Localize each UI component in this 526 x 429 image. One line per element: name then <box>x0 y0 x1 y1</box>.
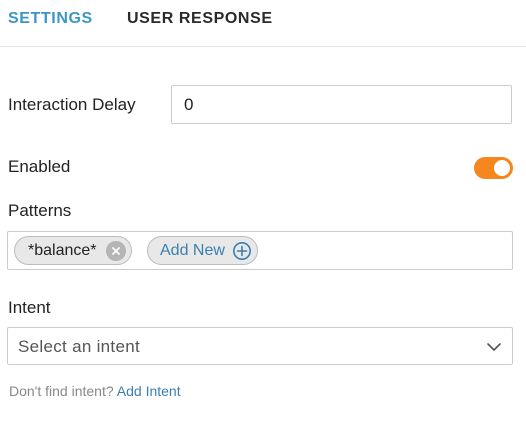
tab-user-response[interactable]: USER RESPONSE <box>127 10 273 28</box>
interaction-delay-input[interactable] <box>171 85 512 124</box>
pattern-chip: *balance* <box>14 236 132 265</box>
add-pattern-button[interactable]: Add New <box>147 236 258 265</box>
patterns-field[interactable]: *balance* Add New <box>7 231 513 270</box>
toggle-knob <box>494 160 510 176</box>
intent-hint: Don't find intent? Add Intent <box>9 383 181 399</box>
intent-select-placeholder: Select an intent <box>18 337 140 356</box>
pattern-chip-text: *balance* <box>28 241 97 259</box>
interaction-delay-label: Interaction Delay <box>8 95 136 114</box>
enabled-toggle[interactable] <box>474 157 513 179</box>
intent-label: Intent <box>8 298 51 317</box>
enabled-label: Enabled <box>8 157 71 176</box>
tab-bar: SETTINGS USER RESPONSE <box>0 0 526 47</box>
hint-text: Don't find intent? <box>9 383 114 399</box>
chevron-down-icon <box>487 343 501 351</box>
tab-settings[interactable]: SETTINGS <box>8 10 93 28</box>
intent-select[interactable]: Select an intent <box>7 327 513 365</box>
add-intent-link[interactable]: Add Intent <box>117 383 181 399</box>
plus-circle-icon <box>232 241 252 261</box>
add-pattern-label: Add New <box>160 241 225 259</box>
close-circle-icon[interactable] <box>105 240 126 261</box>
patterns-label: Patterns <box>8 201 72 220</box>
